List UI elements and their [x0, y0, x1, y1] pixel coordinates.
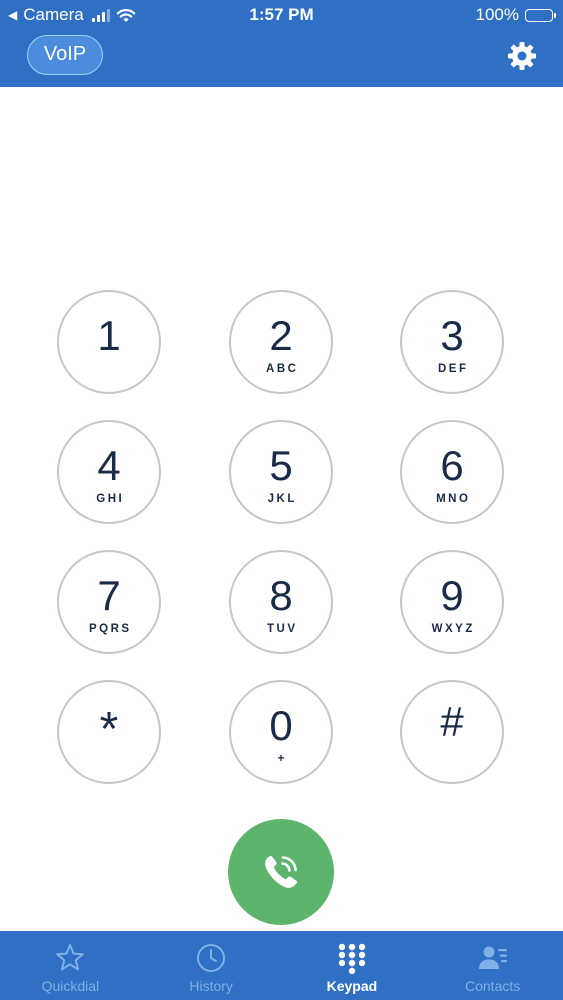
key-digit: 2 — [269, 312, 293, 359]
key-digit: 0 — [269, 702, 293, 749]
key-3[interactable]: 3 DEF — [400, 290, 504, 394]
tab-bar: Quickdial History Keypad Contacts — [0, 931, 563, 1000]
key-0[interactable]: 0 + — [229, 680, 333, 784]
key-digit: 3 — [440, 312, 464, 359]
key-hash[interactable]: # — [400, 680, 504, 784]
key-letters: MNO — [436, 493, 471, 505]
keypad-icon — [338, 943, 366, 974]
key-letters: GHI — [96, 493, 125, 505]
tab-label: Keypad — [326, 978, 378, 994]
phone-call-icon — [265, 856, 298, 888]
key-digit: 1 — [97, 312, 121, 359]
star-icon — [56, 944, 85, 971]
tab-label: History — [189, 978, 233, 994]
key-digit: 8 — [269, 572, 293, 619]
key-8[interactable]: 8 TUV — [229, 550, 333, 654]
tab-label: Quickdial — [41, 978, 100, 994]
key-digit: 7 — [97, 572, 121, 619]
key-digit: 4 — [97, 442, 121, 489]
key-letters: PQRS — [88, 623, 132, 635]
dial-keypad: 1 2 ABC 3 DEF 4 GHI 5 JKL 6 MNO 7 PQRS 8… — [0, 0, 563, 930]
key-letters: TUV — [267, 623, 298, 635]
key-letters: DEF — [438, 363, 469, 375]
key-9[interactable]: 9 WXYZ — [400, 550, 504, 654]
key-digit: 5 — [269, 442, 293, 489]
key-4[interactable]: 4 GHI — [57, 420, 161, 524]
tab-history[interactable]: History — [141, 931, 282, 1000]
tab-contacts[interactable]: Contacts — [422, 931, 563, 1000]
key-7[interactable]: 7 PQRS — [57, 550, 161, 654]
key-letters: + — [277, 753, 287, 765]
key-star[interactable]: * — [57, 680, 161, 784]
call-button[interactable] — [228, 819, 334, 925]
contacts-icon — [478, 946, 507, 969]
key-1[interactable]: 1 — [57, 290, 161, 394]
key-digit: * — [99, 703, 119, 756]
key-letters: WXYZ — [431, 623, 475, 635]
key-letters: JKL — [267, 493, 297, 505]
key-5[interactable]: 5 JKL — [229, 420, 333, 524]
key-2[interactable]: 2 ABC — [229, 290, 333, 394]
key-digit: 6 — [440, 442, 464, 489]
key-digit: # — [440, 698, 464, 745]
tab-label: Contacts — [465, 978, 521, 994]
key-6[interactable]: 6 MNO — [400, 420, 504, 524]
key-letters: ABC — [266, 363, 299, 375]
tab-quickdial[interactable]: Quickdial — [0, 931, 141, 1000]
key-digit: 9 — [440, 572, 464, 619]
clock-icon — [197, 944, 226, 972]
tab-keypad[interactable]: Keypad — [282, 931, 423, 1000]
